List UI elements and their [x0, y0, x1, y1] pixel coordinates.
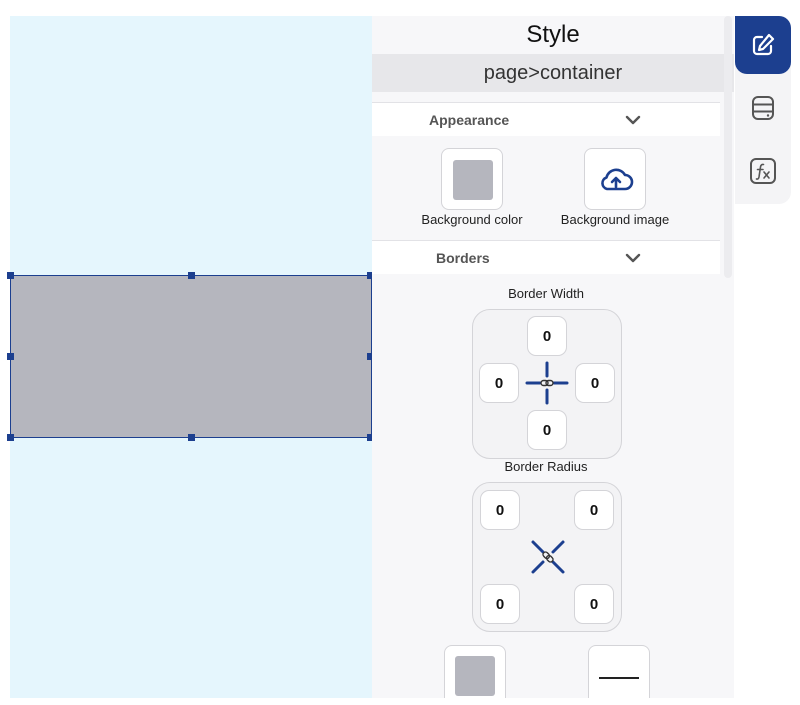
resize-handle-top-middle[interactable]: [188, 272, 195, 279]
appearance-header-label: Appearance: [429, 111, 510, 128]
appearance-section-header[interactable]: Appearance: [372, 102, 720, 136]
breadcrumb[interactable]: page>container: [372, 54, 734, 92]
border-radius-bottom-right-input[interactable]: 0: [574, 584, 614, 624]
border-width-control: 0 0 0 0: [472, 309, 622, 459]
panel-title: Style: [372, 16, 734, 54]
edit-icon: [752, 33, 775, 56]
border-style-solid-line: [599, 677, 639, 679]
page-canvas[interactable]: [7, 16, 374, 698]
function-icon: [750, 158, 776, 184]
border-width-bottom-input[interactable]: 0: [527, 410, 567, 450]
border-width-left-input[interactable]: 0: [479, 363, 519, 403]
border-width-top-input[interactable]: 0: [527, 316, 567, 356]
border-radius-label: Border Radius: [504, 459, 588, 474]
database-icon: [752, 96, 774, 120]
background-image-button[interactable]: [584, 148, 646, 210]
border-radius-bottom-left-input[interactable]: 0: [480, 584, 520, 624]
background-color-button[interactable]: [441, 148, 503, 210]
style-panel: Style page>container Appearance Backgrou…: [372, 16, 734, 698]
background-color-label: Background color: [421, 212, 523, 227]
chevron-down-icon[interactable]: [624, 249, 642, 267]
border-width-label: Border Width: [508, 286, 584, 301]
chevron-down-icon[interactable]: [624, 111, 642, 129]
link-corners-icon[interactable]: [528, 537, 568, 577]
border-color-swatch: [455, 656, 495, 696]
border-radius-control: 0 0 0 0: [472, 482, 622, 632]
tab-style[interactable]: [735, 16, 791, 74]
tab-functions[interactable]: [735, 142, 791, 200]
tab-data[interactable]: [735, 79, 791, 137]
border-style-button[interactable]: [588, 645, 650, 698]
resize-handle-middle-left[interactable]: [7, 353, 14, 360]
selected-container[interactable]: [7, 272, 374, 441]
border-radius-top-left-input[interactable]: 0: [480, 490, 520, 530]
border-radius-top-right-input[interactable]: 0: [574, 490, 614, 530]
side-tab-rail: [735, 16, 791, 204]
panel-scrollbar[interactable]: [724, 16, 732, 278]
cloud-upload-icon: [601, 168, 634, 191]
resize-handle-top-left[interactable]: [7, 272, 14, 279]
borders-header-label: Borders: [436, 249, 490, 266]
resize-handle-bottom-middle[interactable]: [188, 434, 195, 441]
link-sides-icon[interactable]: [525, 361, 569, 405]
color-swatch: [453, 160, 493, 200]
border-color-button[interactable]: [444, 645, 506, 698]
resize-handle-bottom-left[interactable]: [7, 434, 14, 441]
borders-section-header[interactable]: Borders: [372, 240, 720, 274]
background-image-label: Background image: [560, 212, 670, 227]
border-width-right-input[interactable]: 0: [575, 363, 615, 403]
